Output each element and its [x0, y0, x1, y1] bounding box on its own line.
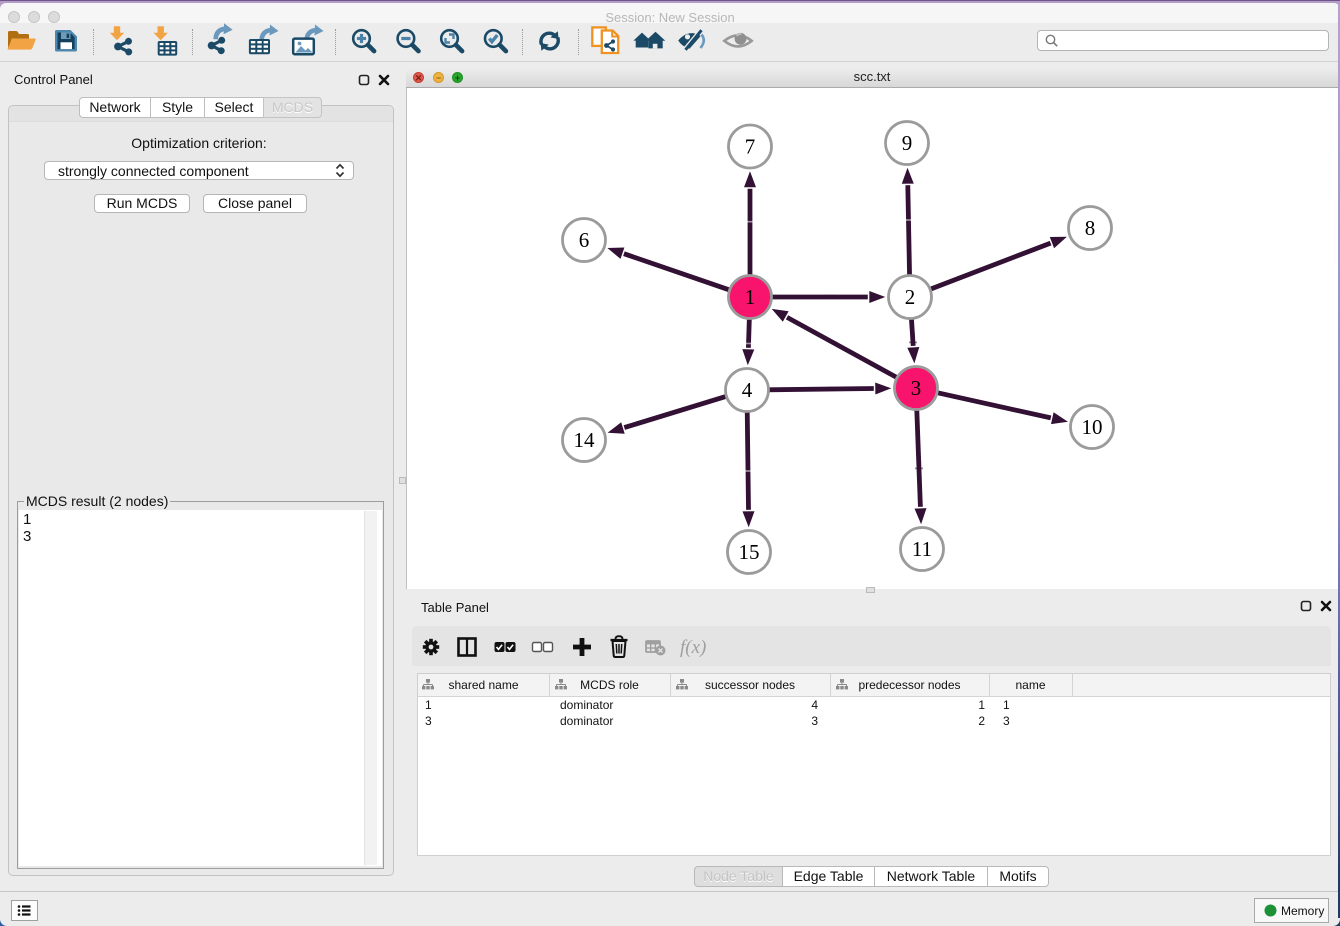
svg-text:15: 15 [739, 540, 760, 564]
svg-text:3: 3 [911, 376, 922, 400]
svg-text:8: 8 [1085, 216, 1096, 240]
svg-text:11: 11 [912, 537, 932, 561]
svg-text:f(x): f(x) [680, 637, 706, 658]
svg-text:10: 10 [1082, 415, 1103, 439]
svg-text:6: 6 [579, 228, 590, 252]
svg-text:9: 9 [902, 131, 913, 155]
svg-text:14: 14 [574, 428, 596, 452]
svg-text:2: 2 [905, 285, 916, 309]
svg-text:4: 4 [742, 378, 753, 402]
svg-text:7: 7 [745, 135, 756, 159]
svg-text:1: 1 [745, 285, 756, 309]
